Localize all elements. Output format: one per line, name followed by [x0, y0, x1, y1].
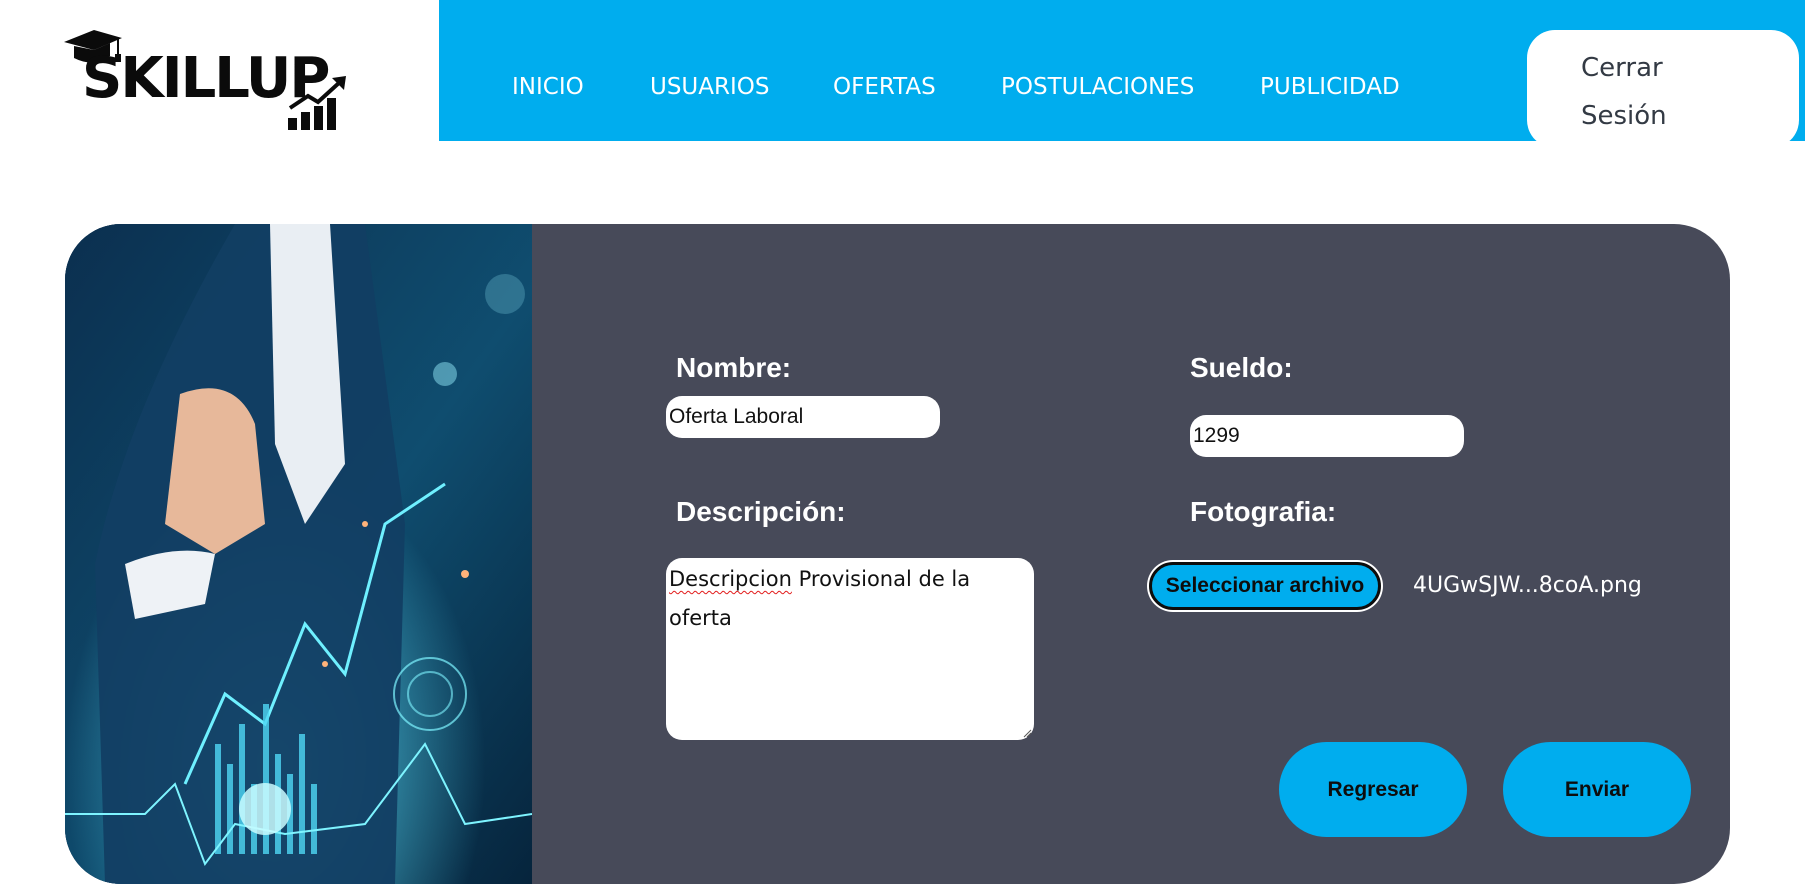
nav-item-postulaciones[interactable]: POSTULACIONES — [1001, 74, 1194, 100]
descripcion-label: Descripción: — [676, 496, 846, 527]
nav-item-usuarios[interactable]: USUARIOS — [650, 74, 769, 100]
nombre-label: Nombre: — [676, 352, 792, 383]
logo-area: SKILLUP — [0, 0, 439, 141]
skillup-logo[interactable]: SKILLUP — [60, 24, 350, 134]
growth-chart-icon — [288, 76, 346, 130]
business-analytics-image — [65, 224, 532, 884]
offer-form-card: Nombre: Sueldo: Descripción: Descripcion… — [65, 224, 1730, 884]
resize-grip-icon[interactable] — [1022, 728, 1032, 738]
logout-button[interactable]: Cerrar Sesión — [1527, 30, 1799, 148]
app-header: SKILLUP INICIO USUARIOS OFERTAS POSTULAC… — [0, 0, 1805, 148]
selected-file-name: 4UGwSJW...8coA.png — [1413, 573, 1642, 598]
sueldo-input[interactable] — [1190, 415, 1464, 457]
select-file-button[interactable]: Seleccionar archivo — [1149, 562, 1381, 610]
fotografia-label: Fotografia: — [1190, 496, 1337, 527]
nav-item-ofertas[interactable]: OFERTAS — [833, 74, 936, 100]
nombre-input[interactable] — [666, 396, 940, 438]
logout-label: Cerrar Sesión — [1581, 53, 1667, 131]
sueldo-label: Sueldo: — [1190, 352, 1293, 383]
nav-item-inicio[interactable]: INICIO — [512, 74, 584, 100]
nav-item-publicidad[interactable]: PUBLICIDAD — [1260, 74, 1400, 100]
back-button[interactable]: Regresar — [1279, 742, 1467, 837]
submit-button[interactable]: Enviar — [1503, 742, 1691, 837]
spellcheck-word: Descripcion — [669, 567, 792, 591]
descripcion-textarea[interactable]: Descripcion Provisional de la oferta — [666, 558, 1034, 740]
